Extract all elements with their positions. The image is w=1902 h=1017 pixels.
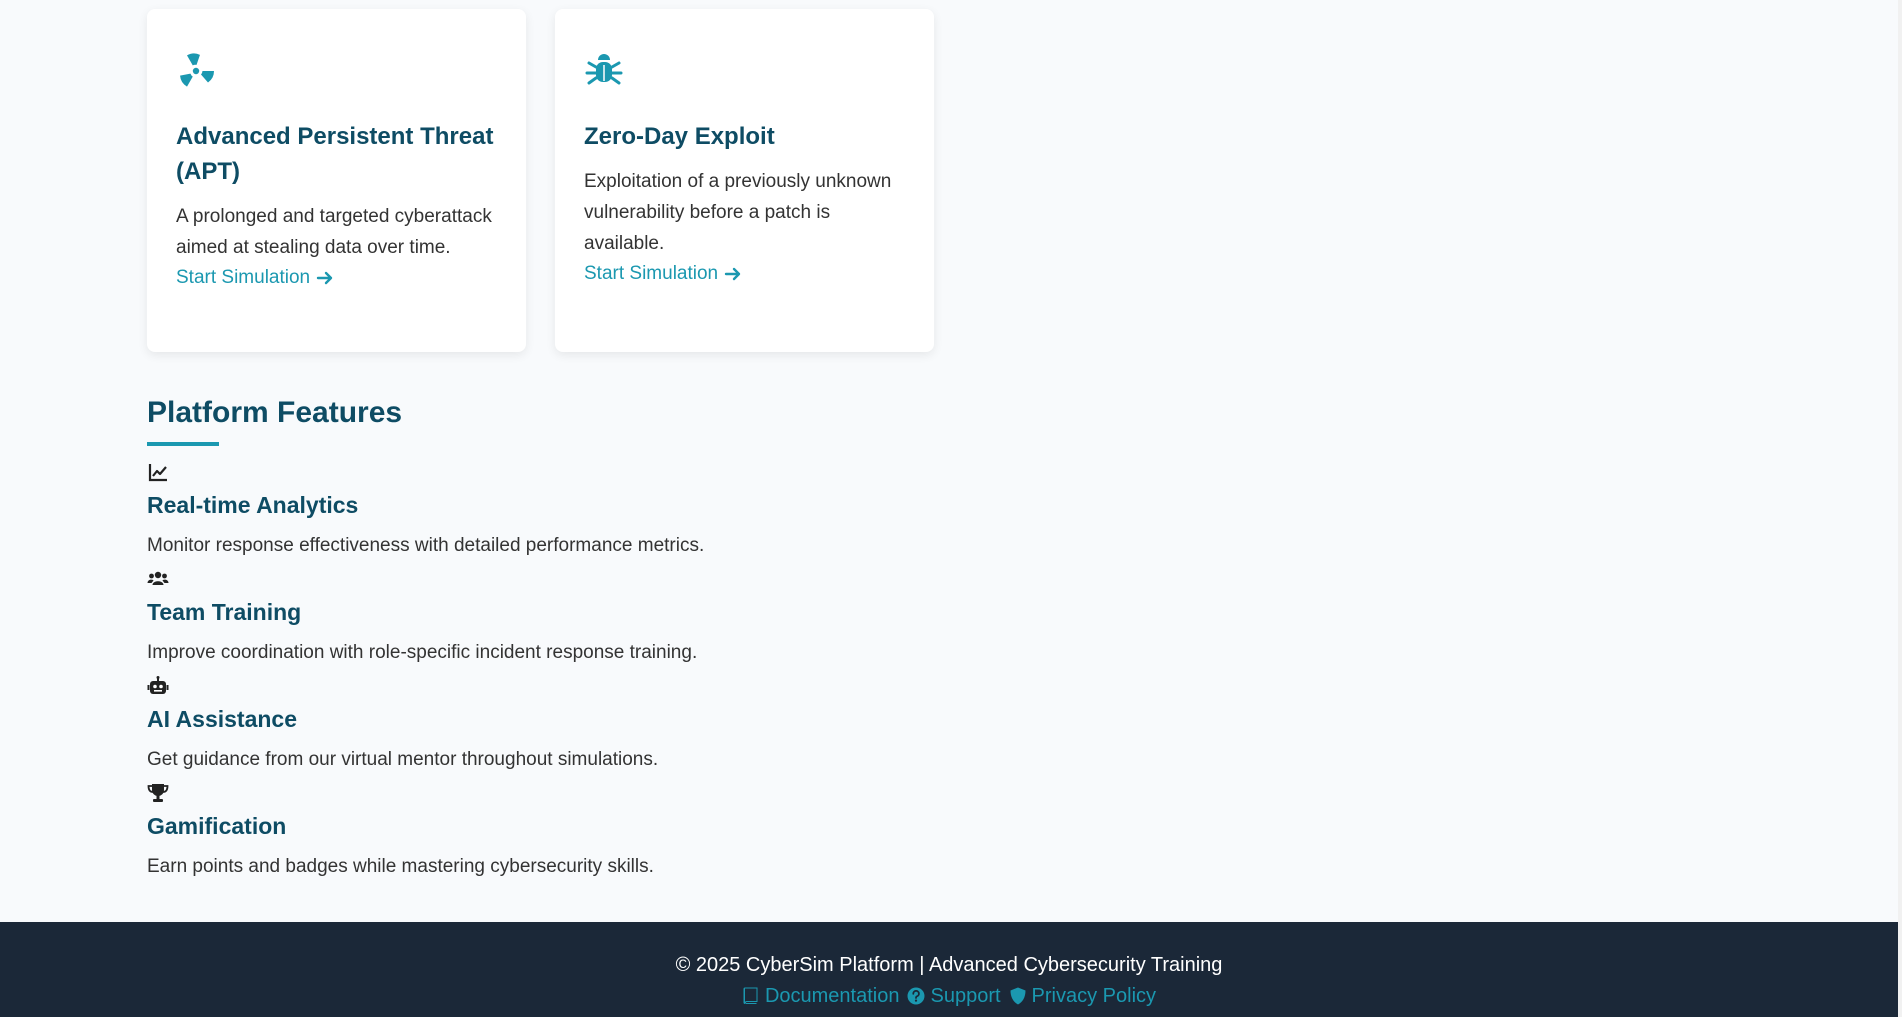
chart-line-icon	[147, 461, 169, 483]
start-simulation-link[interactable]: Start Simulation	[176, 263, 334, 293]
radiation-icon	[176, 49, 216, 89]
shield-icon	[1010, 987, 1026, 1005]
scenario-title: Advanced Persistent Threat (APT)	[176, 123, 494, 185]
start-simulation-label: Start Simulation	[176, 267, 311, 288]
users-icon	[147, 568, 169, 590]
feature-item: Gamification Earn points and badges whil…	[147, 782, 1047, 889]
feature-description: Get guidance from our virtual mentor thr…	[147, 749, 659, 770]
scenario-title: Zero-Day Exploit	[584, 123, 775, 150]
arrow-right-icon	[724, 267, 741, 281]
scenario-cards: Advanced Persistent Threat (APT) A prolo…	[147, 9, 934, 352]
scenario-description: Exploitation of a previously unknown vul…	[584, 171, 892, 254]
bug-icon	[584, 49, 624, 89]
platform-features: Platform Features Real-time Analytics Mo…	[147, 392, 1047, 889]
scenario-card-apt: Advanced Persistent Threat (APT) A prolo…	[147, 9, 526, 352]
feature-title: Gamification	[147, 813, 287, 839]
feature-description: Earn points and badges while mastering c…	[147, 856, 654, 877]
documentation-link[interactable]: Documentation	[742, 983, 900, 1009]
title-underline	[147, 442, 219, 446]
privacy-policy-link[interactable]: Privacy Policy	[1009, 983, 1156, 1009]
support-link[interactable]: Support	[907, 983, 1001, 1009]
documentation-label: Documentation	[764, 985, 900, 1007]
scenario-description: A prolonged and targeted cyberattack aim…	[176, 206, 492, 258]
arrow-right-icon	[316, 271, 333, 285]
book-icon	[743, 987, 758, 1004]
feature-item: AI Assistance Get guidance from our virt…	[147, 675, 1047, 782]
feature-title: Real-time Analytics	[147, 492, 359, 518]
copyright-text: © 2025 CyberSim Platform | Advanced Cybe…	[675, 954, 1223, 976]
page-footer: © 2025 CyberSim Platform | Advanced Cybe…	[0, 922, 1898, 1017]
support-label: Support	[930, 985, 1001, 1007]
feature-item: Real-time Analytics Monitor response eff…	[147, 461, 1047, 568]
trophy-icon	[147, 782, 169, 804]
scrollbar[interactable]	[1898, 0, 1902, 1017]
feature-description: Monitor response effectiveness with deta…	[147, 535, 705, 556]
privacy-policy-label: Privacy Policy	[1031, 985, 1157, 1007]
feature-description: Improve coordination with role-specific …	[147, 642, 698, 663]
question-circle-icon	[907, 987, 925, 1005]
feature-item: Team Training Improve coordination with …	[147, 568, 1047, 675]
start-simulation-label: Start Simulation	[584, 263, 719, 284]
feature-title: AI Assistance	[147, 706, 297, 732]
start-simulation-link[interactable]: Start Simulation	[584, 259, 742, 289]
section-title: Platform Features	[147, 396, 403, 429]
robot-icon	[147, 675, 169, 697]
feature-title: Team Training	[147, 599, 302, 625]
scenario-card-zero-day: Zero-Day Exploit Exploitation of a previ…	[555, 9, 934, 352]
footer-links: Documentation Support Privacy Policy	[0, 983, 1898, 1009]
